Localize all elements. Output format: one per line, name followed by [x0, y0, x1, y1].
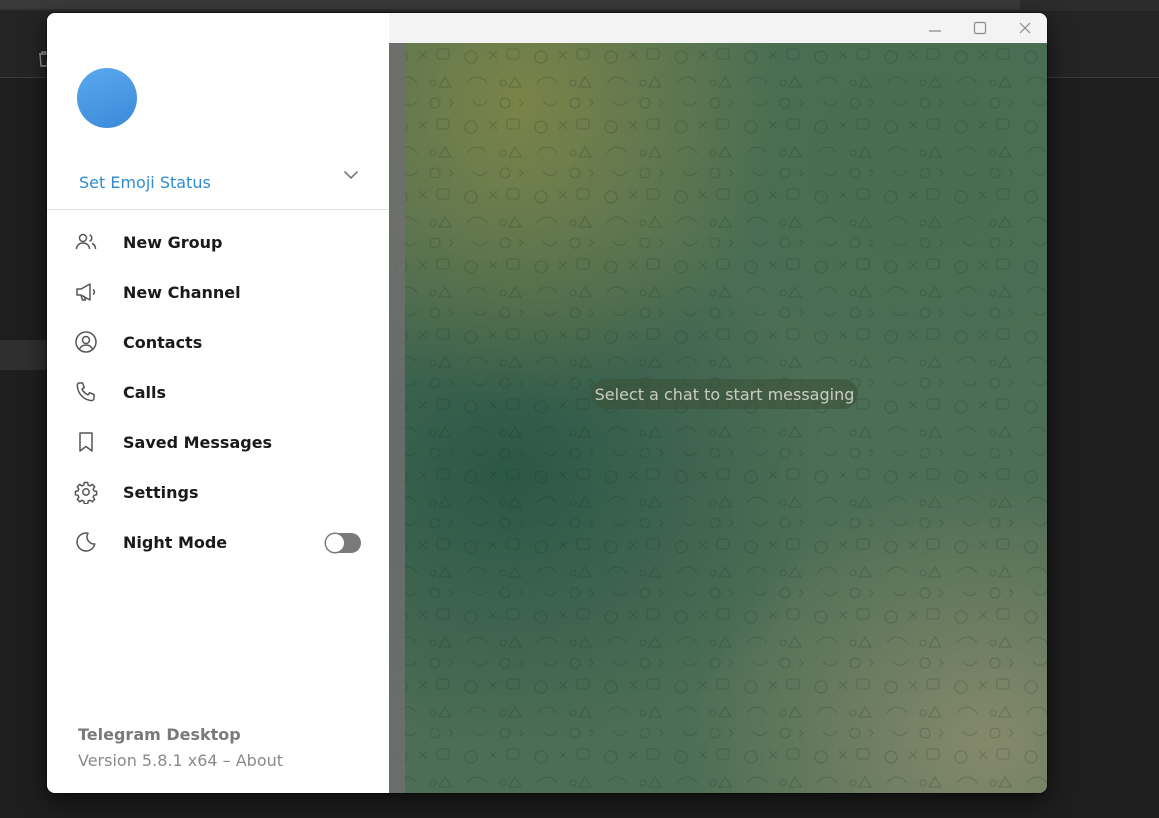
- menu-item-label: Night Mode: [123, 532, 228, 552]
- menu-item-label: New Group: [123, 232, 223, 252]
- menu-item-saved-messages[interactable]: Saved Messages: [47, 417, 389, 467]
- menu-item-label: New Channel: [123, 282, 241, 302]
- gear-icon: [74, 481, 98, 504]
- menu-item-contacts[interactable]: Contacts: [47, 317, 389, 367]
- chat-background-pattern: [389, 43, 1047, 793]
- menu-item-new-channel[interactable]: New Channel: [47, 267, 389, 317]
- chevron-down-icon: [343, 170, 359, 180]
- menu-item-calls[interactable]: Calls: [47, 367, 389, 417]
- menu-item-new-group[interactable]: New Group: [47, 217, 389, 267]
- version-about-link[interactable]: Version 5.8.1 x64 – About: [78, 751, 283, 770]
- empty-chat-placeholder: Select a chat to start messaging: [591, 379, 858, 409]
- group-icon: [75, 233, 97, 250]
- megaphone-icon: [76, 283, 96, 301]
- menu-item-label: Contacts: [123, 332, 203, 352]
- chat-area[interactable]: [389, 43, 1047, 793]
- minimize-icon: [928, 30, 941, 32]
- night-mode-toggle[interactable]: [325, 533, 361, 553]
- telegram-window: Select a chat to start messaging Set Emo…: [47, 13, 1047, 793]
- menu-item-label: Saved Messages: [123, 432, 273, 452]
- app-name: Telegram Desktop: [78, 725, 241, 744]
- moon-icon: [76, 532, 96, 552]
- menu-item-label: Settings: [123, 482, 199, 502]
- divider: [47, 209, 389, 210]
- avatar[interactable]: [77, 68, 137, 128]
- accounts-expand-button[interactable]: [339, 163, 363, 187]
- bookmark-icon: [79, 432, 93, 452]
- close-icon: [1019, 22, 1030, 34]
- chat-list-shade: [389, 43, 405, 793]
- background-app-strip: [0, 0, 1159, 11]
- phone-icon: [76, 382, 95, 402]
- maximize-icon: [973, 21, 986, 35]
- set-emoji-status-link[interactable]: Set Emoji Status: [79, 173, 211, 192]
- menu-item-settings[interactable]: Settings: [47, 467, 389, 517]
- menu-item-night-mode[interactable]: Night Mode: [47, 517, 389, 567]
- background-app-bar: [0, 0, 1020, 9]
- menu-item-label: Calls: [123, 382, 167, 402]
- maximize-button[interactable]: [957, 13, 1002, 43]
- close-button[interactable]: [1002, 13, 1047, 43]
- main-menu: Set Emoji Status New Group New Channel C…: [47, 13, 389, 793]
- minimize-button[interactable]: [912, 13, 957, 43]
- toggle-knob: [326, 534, 344, 552]
- contact-icon: [75, 331, 97, 353]
